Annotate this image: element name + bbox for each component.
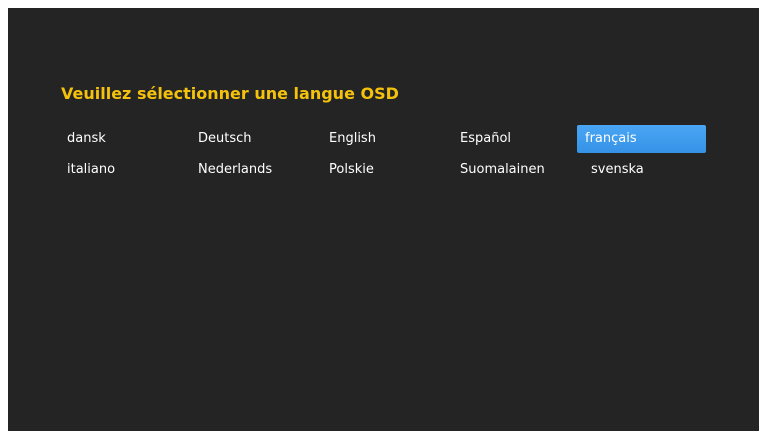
- language-option-francais[interactable]: français: [577, 125, 706, 153]
- language-option-deutsch[interactable]: Deutsch: [184, 125, 313, 153]
- language-option-espanol[interactable]: Español: [446, 125, 575, 153]
- language-list: dansk Deutsch English Español français i…: [53, 125, 708, 184]
- language-option-svenska[interactable]: svenska: [577, 156, 706, 184]
- page-title: Veuillez sélectionner une langue OSD: [61, 84, 399, 103]
- language-option-english[interactable]: English: [315, 125, 444, 153]
- language-option-suomalainen[interactable]: Suomalainen: [446, 156, 575, 184]
- language-option-polskie[interactable]: Polskie: [315, 156, 444, 184]
- osd-screen: Veuillez sélectionner une langue OSD dan…: [8, 8, 759, 431]
- language-option-nederlands[interactable]: Nederlands: [184, 156, 313, 184]
- language-option-italiano[interactable]: italiano: [53, 156, 182, 184]
- language-option-dansk[interactable]: dansk: [53, 125, 182, 153]
